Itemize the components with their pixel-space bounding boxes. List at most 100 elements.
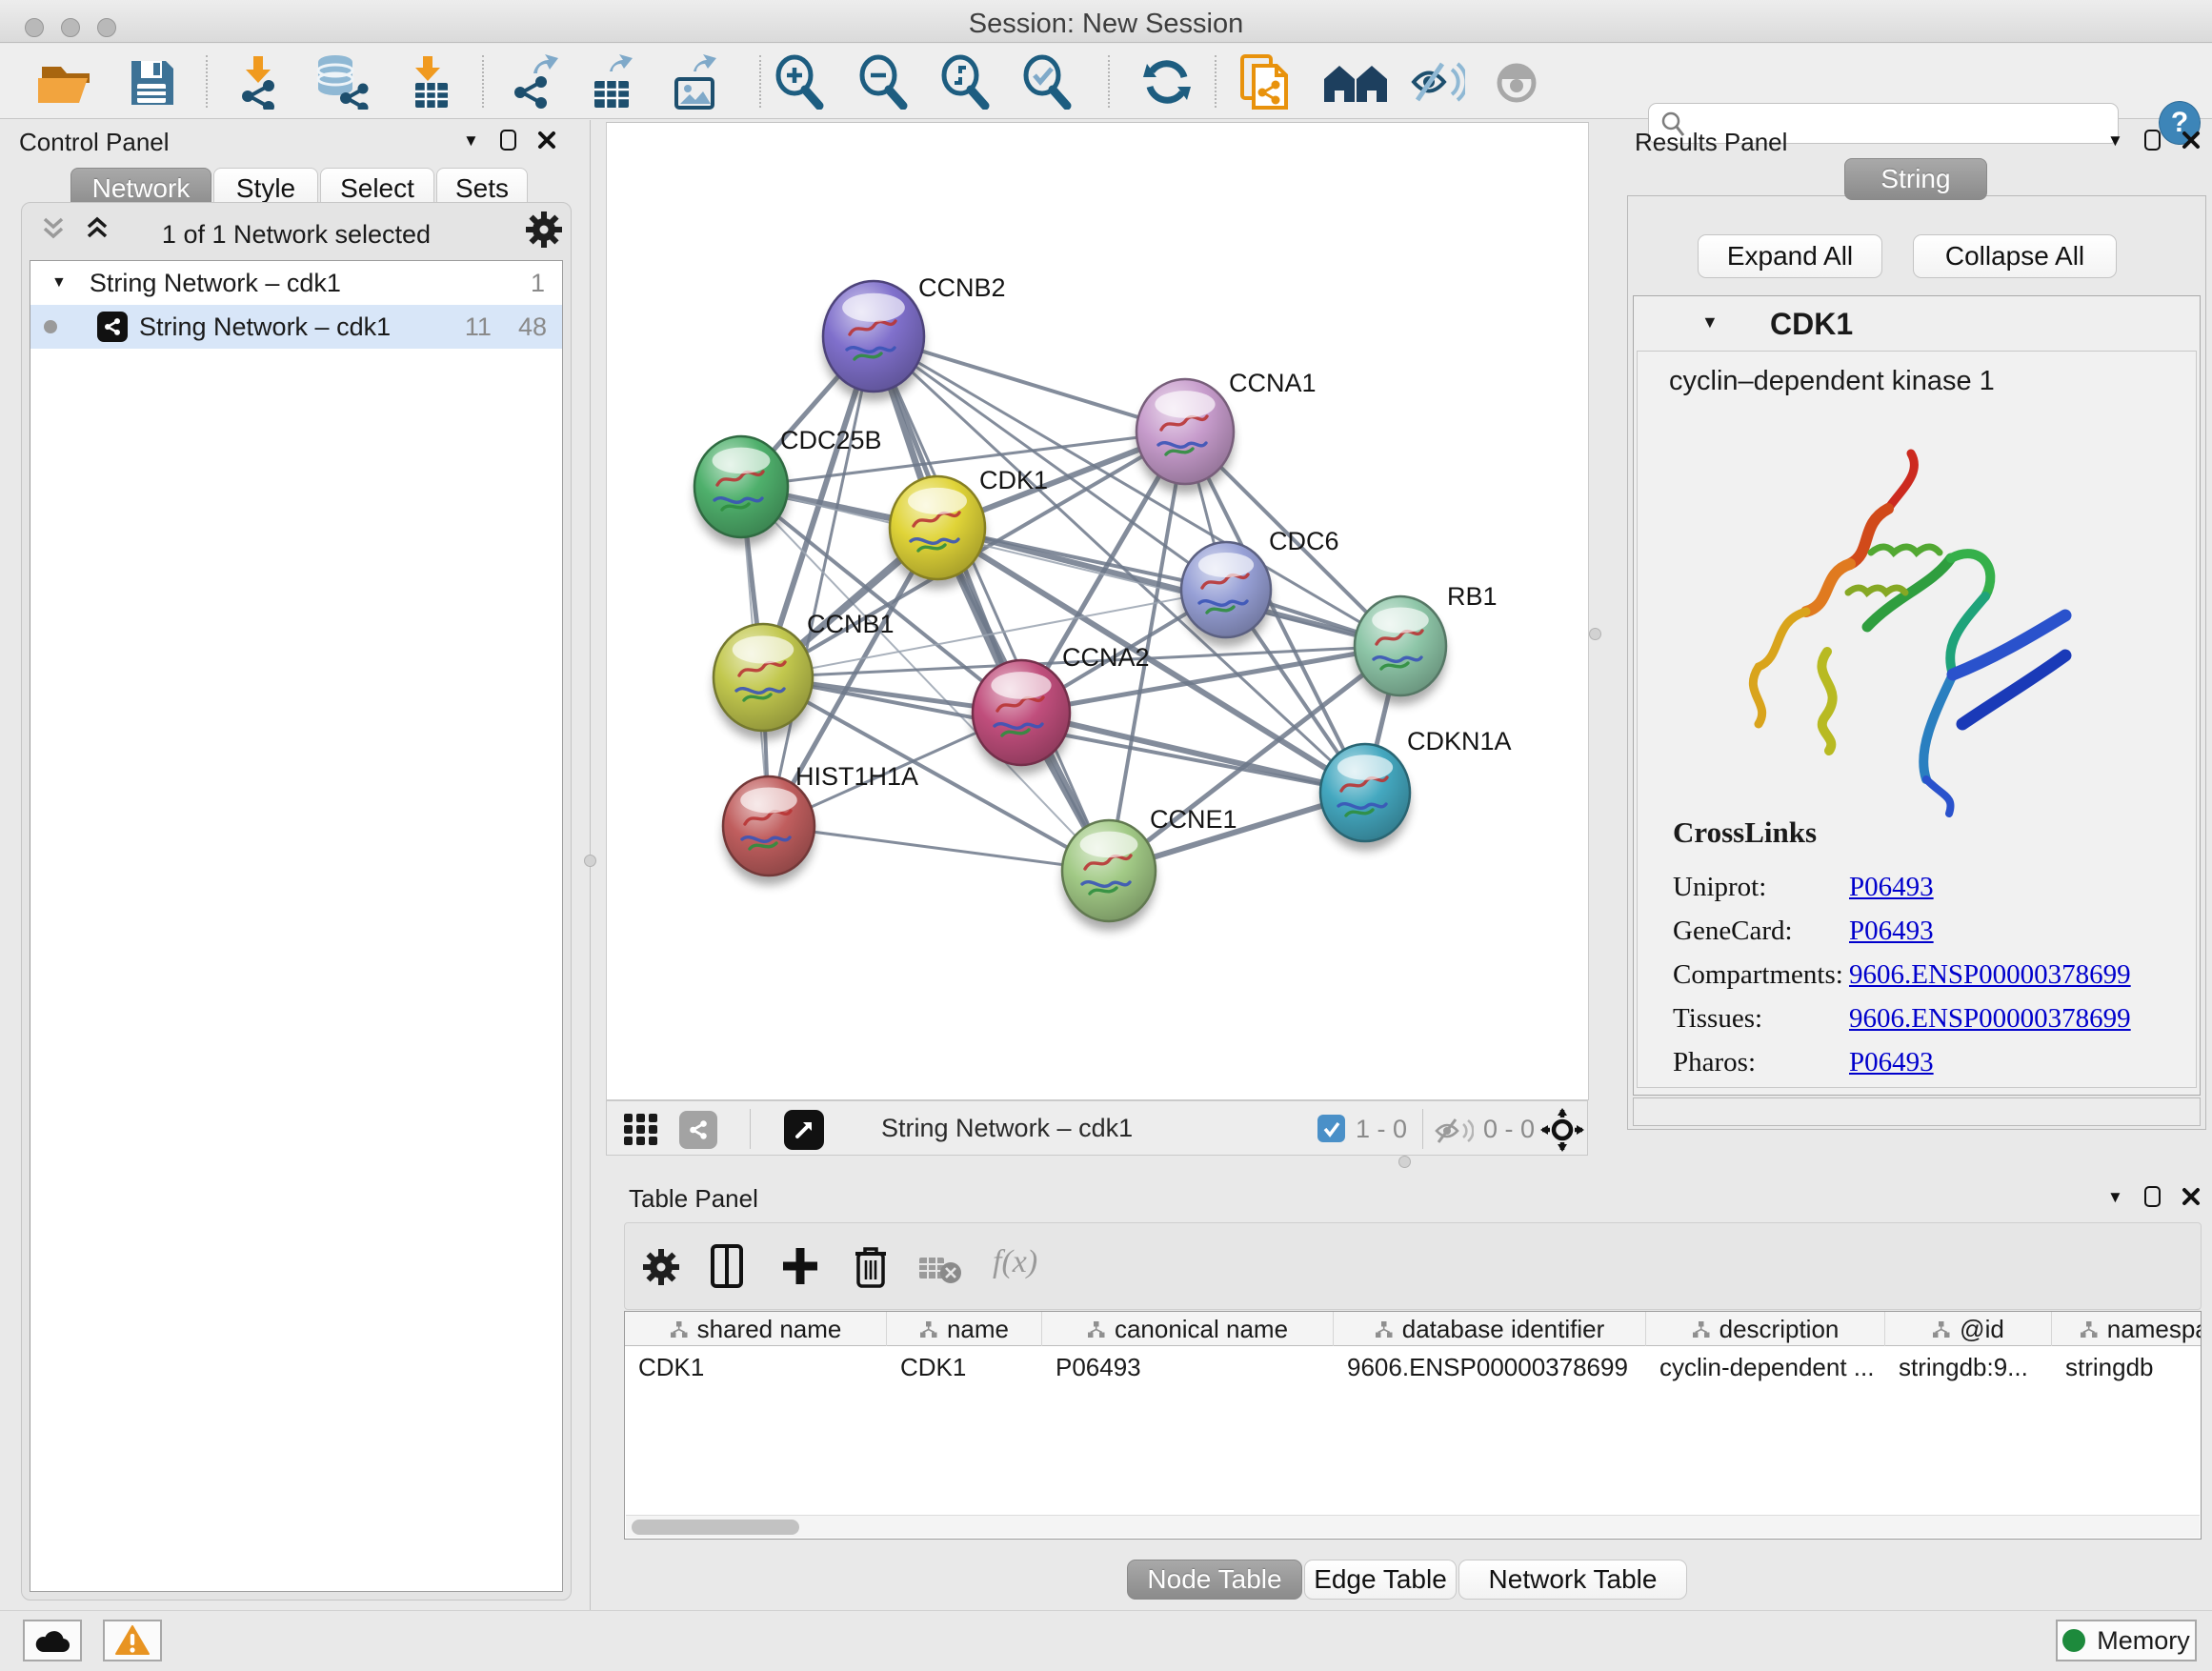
network-view-title: String Network – cdk1: [881, 1114, 1133, 1143]
table-row[interactable]: CDK1 CDK1 P06493 9606.ENSP00000378699 cy…: [625, 1348, 2202, 1386]
network-collection-row[interactable]: ▼ String Network – cdk1 1: [30, 261, 562, 305]
crosslink-pharos-link[interactable]: P06493: [1849, 1047, 1934, 1078]
export-table-button[interactable]: [587, 44, 638, 119]
open-session-button[interactable]: [36, 44, 95, 119]
collapse-all-button[interactable]: Collapse All: [1913, 234, 2117, 278]
table-settings-gear-icon[interactable]: [642, 1248, 680, 1286]
float-panel-icon[interactable]: ▼: [2107, 132, 2123, 149]
toolbar-divider: [482, 55, 484, 108]
export-image-button[interactable]: [669, 44, 722, 119]
close-panel-icon[interactable]: [2182, 1187, 2201, 1206]
tab-network-table[interactable]: Network Table: [1458, 1560, 1687, 1600]
network-node-CCNE1[interactable]: [1062, 820, 1156, 931]
close-panel-icon[interactable]: [2182, 131, 2201, 150]
add-column-icon[interactable]: [781, 1246, 819, 1286]
eye-slash-icon: [1410, 60, 1465, 104]
attribute-icon: [1087, 1320, 1105, 1339]
crosslink-uniprot-link[interactable]: P06493: [1849, 872, 1934, 903]
crosslinks-section: CrossLinks Uniprot: P06493 GeneCard: P06…: [1673, 815, 2187, 1084]
import-table-button[interactable]: [404, 44, 455, 119]
network-options-gear-icon[interactable]: [525, 211, 563, 249]
hide-panels-button[interactable]: [1410, 44, 1465, 119]
node-table[interactable]: shared name name canonical name database…: [624, 1311, 2202, 1540]
table-toolbar: f(x): [624, 1222, 2202, 1310]
toolbar-divider: [206, 55, 208, 108]
export-network-button[interactable]: [507, 44, 562, 119]
network-node-HIST1H1A[interactable]: [723, 776, 814, 885]
show-panels-button[interactable]: [1492, 44, 1541, 119]
network-node-CDKN1A[interactable]: [1320, 744, 1410, 851]
network-node-CDK1[interactable]: [890, 476, 985, 589]
memory-button[interactable]: Memory: [2056, 1620, 2197, 1661]
undock-panel-icon[interactable]: [2144, 1186, 2161, 1207]
network-tab-panel: 1 of 1 Network selected ▼ String Network…: [21, 202, 572, 1601]
column-header[interactable]: description: [1646, 1312, 1885, 1346]
column-header[interactable]: namespace: [2052, 1312, 2202, 1346]
column-header[interactable]: name: [887, 1312, 1042, 1346]
network-selection-status: 1 of 1 Network selected: [22, 220, 571, 250]
tab-string-results[interactable]: String: [1844, 158, 1987, 200]
table-hscrollbar-thumb[interactable]: [632, 1520, 799, 1535]
collapse-protein-caret-icon[interactable]: ▼: [1701, 312, 1719, 332]
birdseye-grid-icon[interactable]: [624, 1114, 658, 1146]
zoom-selected-icon: [1021, 54, 1075, 110]
undock-panel-icon[interactable]: [2144, 130, 2161, 151]
import-network-from-database-button[interactable]: [311, 44, 372, 119]
network-row-selected[interactable]: String Network – cdk1 11 48: [30, 305, 562, 349]
zoom-out-button[interactable]: [857, 44, 911, 119]
import-network-button[interactable]: [231, 44, 286, 119]
tree-expand-caret-icon[interactable]: ▼: [51, 274, 67, 292]
clone-network-button[interactable]: [1238, 44, 1294, 119]
detach-view-icon[interactable]: [784, 1110, 824, 1150]
string-view-badge-icon[interactable]: [679, 1111, 717, 1149]
cell-database-identifier: 9606.ENSP00000378699: [1334, 1348, 1646, 1386]
float-panel-icon[interactable]: ▼: [2107, 1189, 2123, 1205]
crosslink-genecard-link[interactable]: P06493: [1849, 916, 1934, 947]
column-header[interactable]: database identifier: [1334, 1312, 1646, 1346]
splitter-handle[interactable]: [1398, 1156, 1411, 1168]
memory-status-dot-icon: [2062, 1629, 2085, 1652]
zoom-in-button[interactable]: [774, 44, 827, 119]
save-session-button[interactable]: [128, 44, 175, 119]
network-node-RB1[interactable]: [1355, 596, 1446, 705]
undock-panel-icon[interactable]: [500, 130, 516, 151]
float-panel-icon[interactable]: ▼: [463, 132, 479, 149]
network-node-CCNB1[interactable]: [714, 624, 813, 740]
column-header[interactable]: shared name: [625, 1312, 887, 1346]
home-button[interactable]: [1322, 44, 1389, 119]
import-network-icon: [231, 54, 286, 110]
column-header[interactable]: canonical name: [1042, 1312, 1334, 1346]
cell-canonical-name: P06493: [1042, 1348, 1334, 1386]
splitter-handle[interactable]: [584, 855, 596, 867]
column-header[interactable]: @id: [1885, 1312, 2052, 1346]
refresh-button[interactable]: [1141, 44, 1193, 119]
zoom-fit-button[interactable]: [939, 44, 993, 119]
crosslink-tissues-link[interactable]: 9606.ENSP00000378699: [1849, 1003, 2131, 1035]
network-node-CCNB2[interactable]: [823, 281, 924, 401]
selected-nodes-checkbox[interactable]: [1317, 1115, 1345, 1142]
delete-column-icon[interactable]: [854, 1244, 888, 1288]
table-hscrollbar[interactable]: [626, 1515, 2200, 1538]
column-label: @id: [1960, 1315, 2004, 1344]
splitter-handle[interactable]: [1589, 628, 1601, 640]
tab-edge-table[interactable]: Edge Table: [1304, 1560, 1457, 1600]
cloud-status-button[interactable]: [23, 1620, 82, 1661]
network-graph[interactable]: CCNB2CCNA1CDC25BCDK1CDC6RB1CCNB1CCNA2CDK…: [607, 123, 1588, 1099]
results-scrollbar-track[interactable]: [1633, 1097, 2201, 1126]
warning-status-button[interactable]: [103, 1620, 162, 1661]
expand-all-button[interactable]: Expand All: [1698, 234, 1882, 278]
zoom-selected-button[interactable]: [1021, 44, 1075, 119]
network-node-CDC6[interactable]: [1181, 542, 1271, 647]
network-canvas[interactable]: CCNB2CCNA1CDC25BCDK1CDC6RB1CCNB1CCNA2CDK…: [606, 122, 1589, 1100]
network-node-CCNA1[interactable]: [1136, 379, 1234, 493]
warning-icon: [115, 1625, 150, 1656]
cloud-icon: [35, 1628, 70, 1653]
network-node-CDC25B[interactable]: [694, 436, 788, 547]
houses-icon: [1322, 58, 1389, 106]
close-panel-icon[interactable]: [537, 131, 556, 150]
tab-node-table[interactable]: Node Table: [1127, 1560, 1302, 1600]
network-node-CCNA2[interactable]: [973, 660, 1070, 775]
navigator-crosshair-icon[interactable]: [1540, 1108, 1584, 1152]
show-columns-icon[interactable]: [711, 1244, 743, 1288]
crosslink-compartments-link[interactable]: 9606.ENSP00000378699: [1849, 959, 2131, 991]
